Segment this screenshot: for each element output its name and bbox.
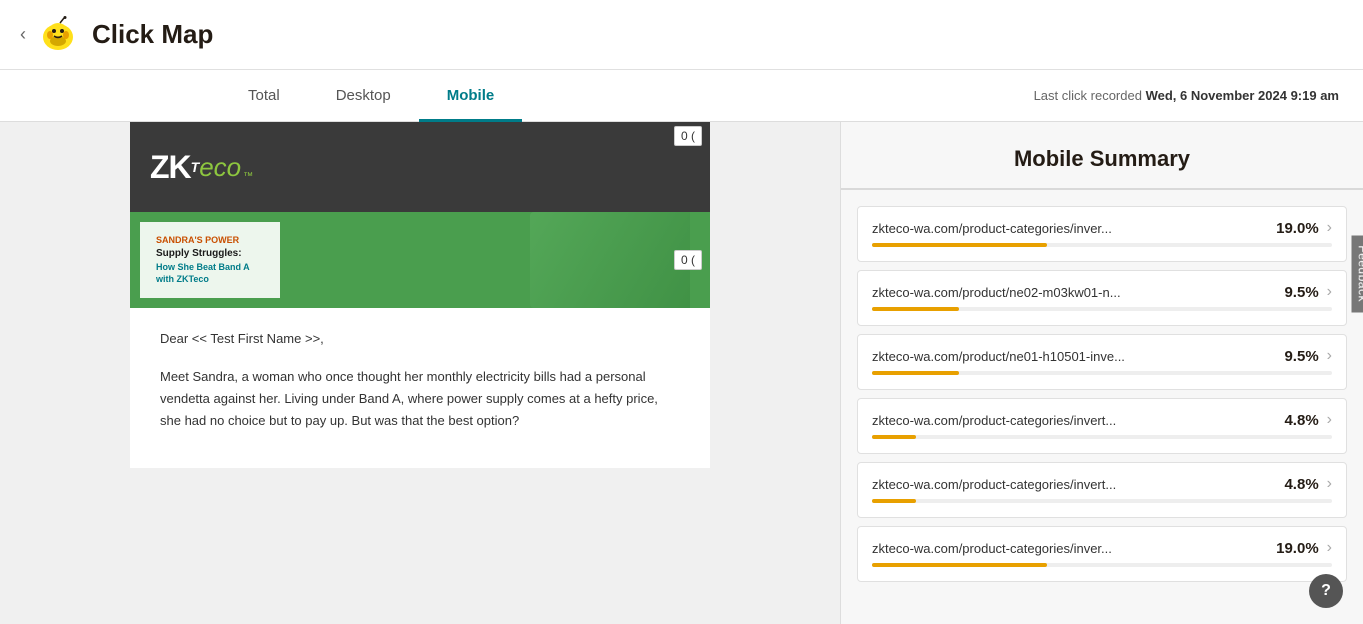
banner-text-box: Sandra's Power Supply Struggles: How She…	[140, 222, 280, 298]
email-preview-panel[interactable]: ZK T eco ™ 0 ( Sandra's Power Supply Str…	[0, 122, 840, 624]
help-button[interactable]: ?	[1309, 574, 1343, 608]
summary-item-pct: 19.0%	[1276, 220, 1319, 237]
progress-bar-fill	[872, 435, 916, 439]
chevron-right-icon: ›	[1327, 539, 1332, 557]
tabs-container: Total Desktop Mobile	[220, 70, 522, 121]
email-banner-section: Sandra's Power Supply Struggles: How She…	[130, 212, 710, 308]
summary-item[interactable]: zkteco-wa.com/product-categories/invert.…	[857, 462, 1347, 518]
progress-bar-fill	[872, 307, 959, 311]
summary-item-url: zkteco-wa.com/product-categories/invert.…	[872, 477, 1284, 492]
progress-bar-bg	[872, 499, 1332, 503]
summary-panel: Mobile Summary zkteco-wa.com/product-cat…	[840, 122, 1363, 624]
chevron-right-icon: ›	[1327, 411, 1332, 429]
click-badge-banner: 0 (	[674, 250, 702, 270]
back-button[interactable]: ‹	[20, 24, 26, 45]
progress-bar-fill	[872, 243, 1047, 247]
main-content: ZK T eco ™ 0 ( Sandra's Power Supply Str…	[0, 122, 1363, 624]
summary-list: zkteco-wa.com/product-categories/inver..…	[841, 198, 1363, 598]
summary-item-pct: 9.5%	[1284, 284, 1318, 301]
chevron-right-icon: ›	[1327, 475, 1332, 493]
summary-item-url: zkteco-wa.com/product-categories/inver..…	[872, 541, 1276, 556]
summary-title: Mobile Summary	[841, 122, 1363, 190]
progress-bar-bg	[872, 435, 1332, 439]
email-paragraph-1: Meet Sandra, a woman who once thought he…	[160, 366, 680, 432]
tab-mobile[interactable]: Mobile	[419, 71, 523, 122]
summary-item[interactable]: zkteco-wa.com/product/ne02-m03kw01-n... …	[857, 270, 1347, 326]
app-header: ‹ Click Map	[0, 0, 1363, 70]
summary-item-pct: 19.0%	[1276, 540, 1319, 557]
progress-bar-fill	[872, 499, 916, 503]
progress-bar-bg	[872, 307, 1332, 311]
chevron-right-icon: ›	[1327, 283, 1332, 301]
summary-item-url: zkteco-wa.com/product-categories/inver..…	[872, 221, 1276, 236]
tab-total[interactable]: Total	[220, 71, 308, 122]
progress-bar-bg	[872, 563, 1332, 567]
progress-bar-bg	[872, 243, 1332, 247]
summary-item[interactable]: zkteco-wa.com/product/ne01-h10501-inve..…	[857, 334, 1347, 390]
mailchimp-logo	[38, 15, 78, 55]
summary-item-url: zkteco-wa.com/product/ne01-h10501-inve..…	[872, 349, 1284, 364]
summary-item[interactable]: zkteco-wa.com/product-categories/inver..…	[857, 206, 1347, 262]
zkteco-logo: ZK T eco ™	[150, 149, 253, 186]
summary-item-url: zkteco-wa.com/product-categories/invert.…	[872, 413, 1284, 428]
click-badge-header: 0 (	[674, 126, 702, 146]
tab-desktop[interactable]: Desktop	[308, 71, 419, 122]
summary-item[interactable]: zkteco-wa.com/product-categories/invert.…	[857, 398, 1347, 454]
email-header-section: ZK T eco ™ 0 (	[130, 122, 710, 212]
page-title: Click Map	[92, 19, 213, 50]
email-body: Dear << Test First Name >>, Meet Sandra,…	[130, 308, 710, 468]
summary-item-pct: 4.8%	[1284, 476, 1318, 493]
progress-bar-fill	[872, 371, 959, 375]
progress-bar-bg	[872, 371, 1332, 375]
progress-bar-fill	[872, 563, 1047, 567]
chevron-right-icon: ›	[1327, 347, 1332, 365]
summary-item-pct: 9.5%	[1284, 348, 1318, 365]
summary-item-pct: 4.8%	[1284, 412, 1318, 429]
chevron-right-icon: ›	[1327, 219, 1332, 237]
summary-item-url: zkteco-wa.com/product/ne02-m03kw01-n...	[872, 285, 1284, 300]
summary-item[interactable]: zkteco-wa.com/product-categories/inver..…	[857, 526, 1347, 582]
tabs-bar: Total Desktop Mobile Last click recorded…	[0, 70, 1363, 122]
feedback-tab[interactable]: Feedback	[1352, 235, 1363, 312]
email-content: ZK T eco ™ 0 ( Sandra's Power Supply Str…	[130, 122, 710, 468]
banner-figure	[530, 212, 690, 308]
last-click-info: Last click recorded Wed, 6 November 2024…	[1034, 88, 1363, 103]
email-salutation: Dear << Test First Name >>,	[160, 328, 680, 350]
